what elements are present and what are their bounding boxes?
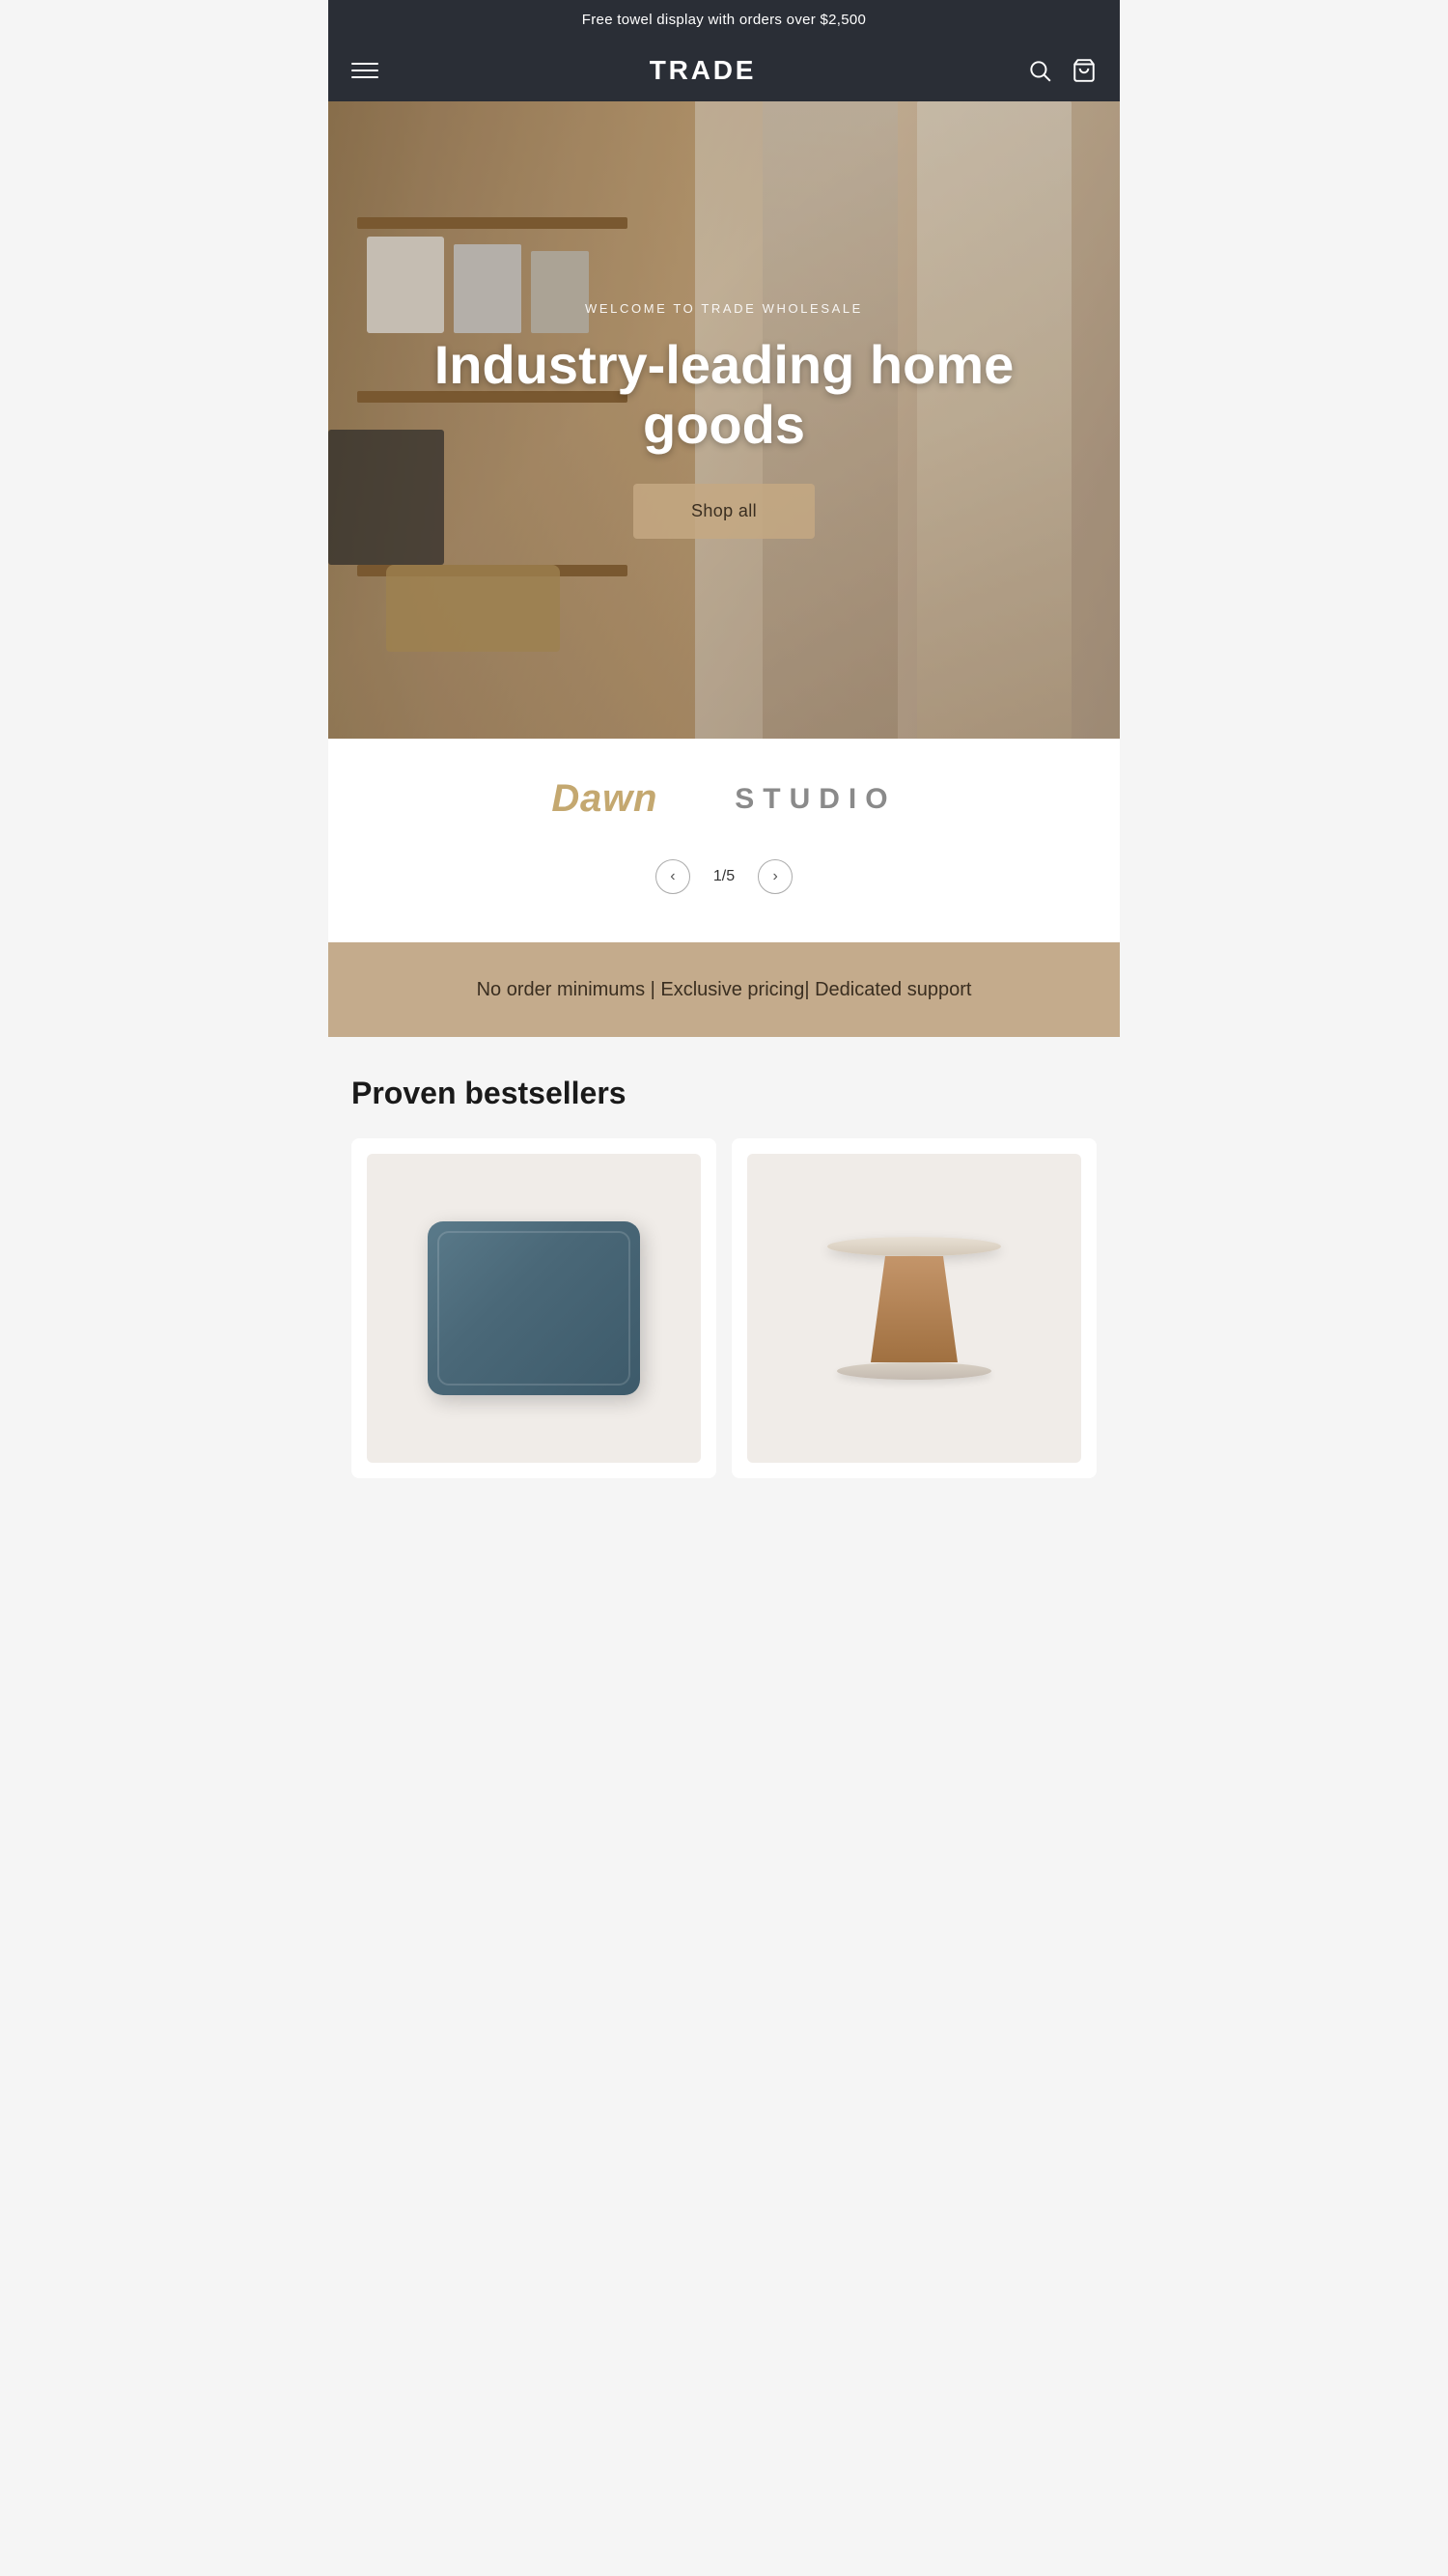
table-pedestal <box>866 1256 962 1362</box>
product-image-pillow <box>367 1154 701 1463</box>
product-card-table[interactable] <box>732 1138 1097 1478</box>
hero-content: WELCOME TO TRADE WHOLESALE Industry-lead… <box>328 101 1120 739</box>
cart-icon <box>1072 58 1097 83</box>
product-image-table <box>747 1154 1081 1463</box>
announcement-text: Free towel display with orders over $2,5… <box>582 12 866 28</box>
menu-button[interactable] <box>351 63 378 78</box>
header: TRADE <box>328 40 1120 101</box>
bestsellers-section: Proven bestsellers <box>328 1037 1120 1498</box>
brands-pagination: ‹ 1/5 › <box>655 850 793 923</box>
brands-section: Dawn STUDIO ‹ 1/5 › <box>328 739 1120 942</box>
header-icons <box>1027 58 1097 83</box>
table-top <box>827 1237 1001 1256</box>
hero-cta-button[interactable]: Shop all <box>633 484 815 539</box>
features-banner: No order minimums | Exclusive pricing| D… <box>328 942 1120 1037</box>
bestsellers-title: Proven bestsellers <box>351 1076 1097 1111</box>
site-logo[interactable]: TRADE <box>650 55 756 86</box>
hero-section: WELCOME TO TRADE WHOLESALE Industry-lead… <box>328 101 1120 739</box>
brand-dawn-logo[interactable]: Dawn <box>551 777 657 821</box>
features-text: No order minimums | Exclusive pricing| D… <box>348 973 1100 1006</box>
search-button[interactable] <box>1027 58 1052 83</box>
search-icon <box>1027 58 1052 83</box>
brand-studio-logo[interactable]: STUDIO <box>735 783 896 816</box>
pagination-next-button[interactable]: › <box>758 859 793 894</box>
announcement-bar: Free towel display with orders over $2,5… <box>328 0 1120 40</box>
pagination-indicator: 1/5 <box>713 868 735 885</box>
hero-title: Industry-leading home goods <box>396 335 1052 454</box>
products-grid <box>351 1138 1097 1478</box>
brands-row: Dawn STUDIO <box>357 777 1091 821</box>
table-base <box>837 1362 991 1380</box>
cart-button[interactable] <box>1072 58 1097 83</box>
product-card-pillow[interactable] <box>351 1138 716 1478</box>
hero-eyebrow: WELCOME TO TRADE WHOLESALE <box>585 301 863 316</box>
pagination-prev-button[interactable]: ‹ <box>655 859 690 894</box>
table-visual <box>827 1237 1001 1380</box>
pillow-visual <box>428 1221 640 1395</box>
